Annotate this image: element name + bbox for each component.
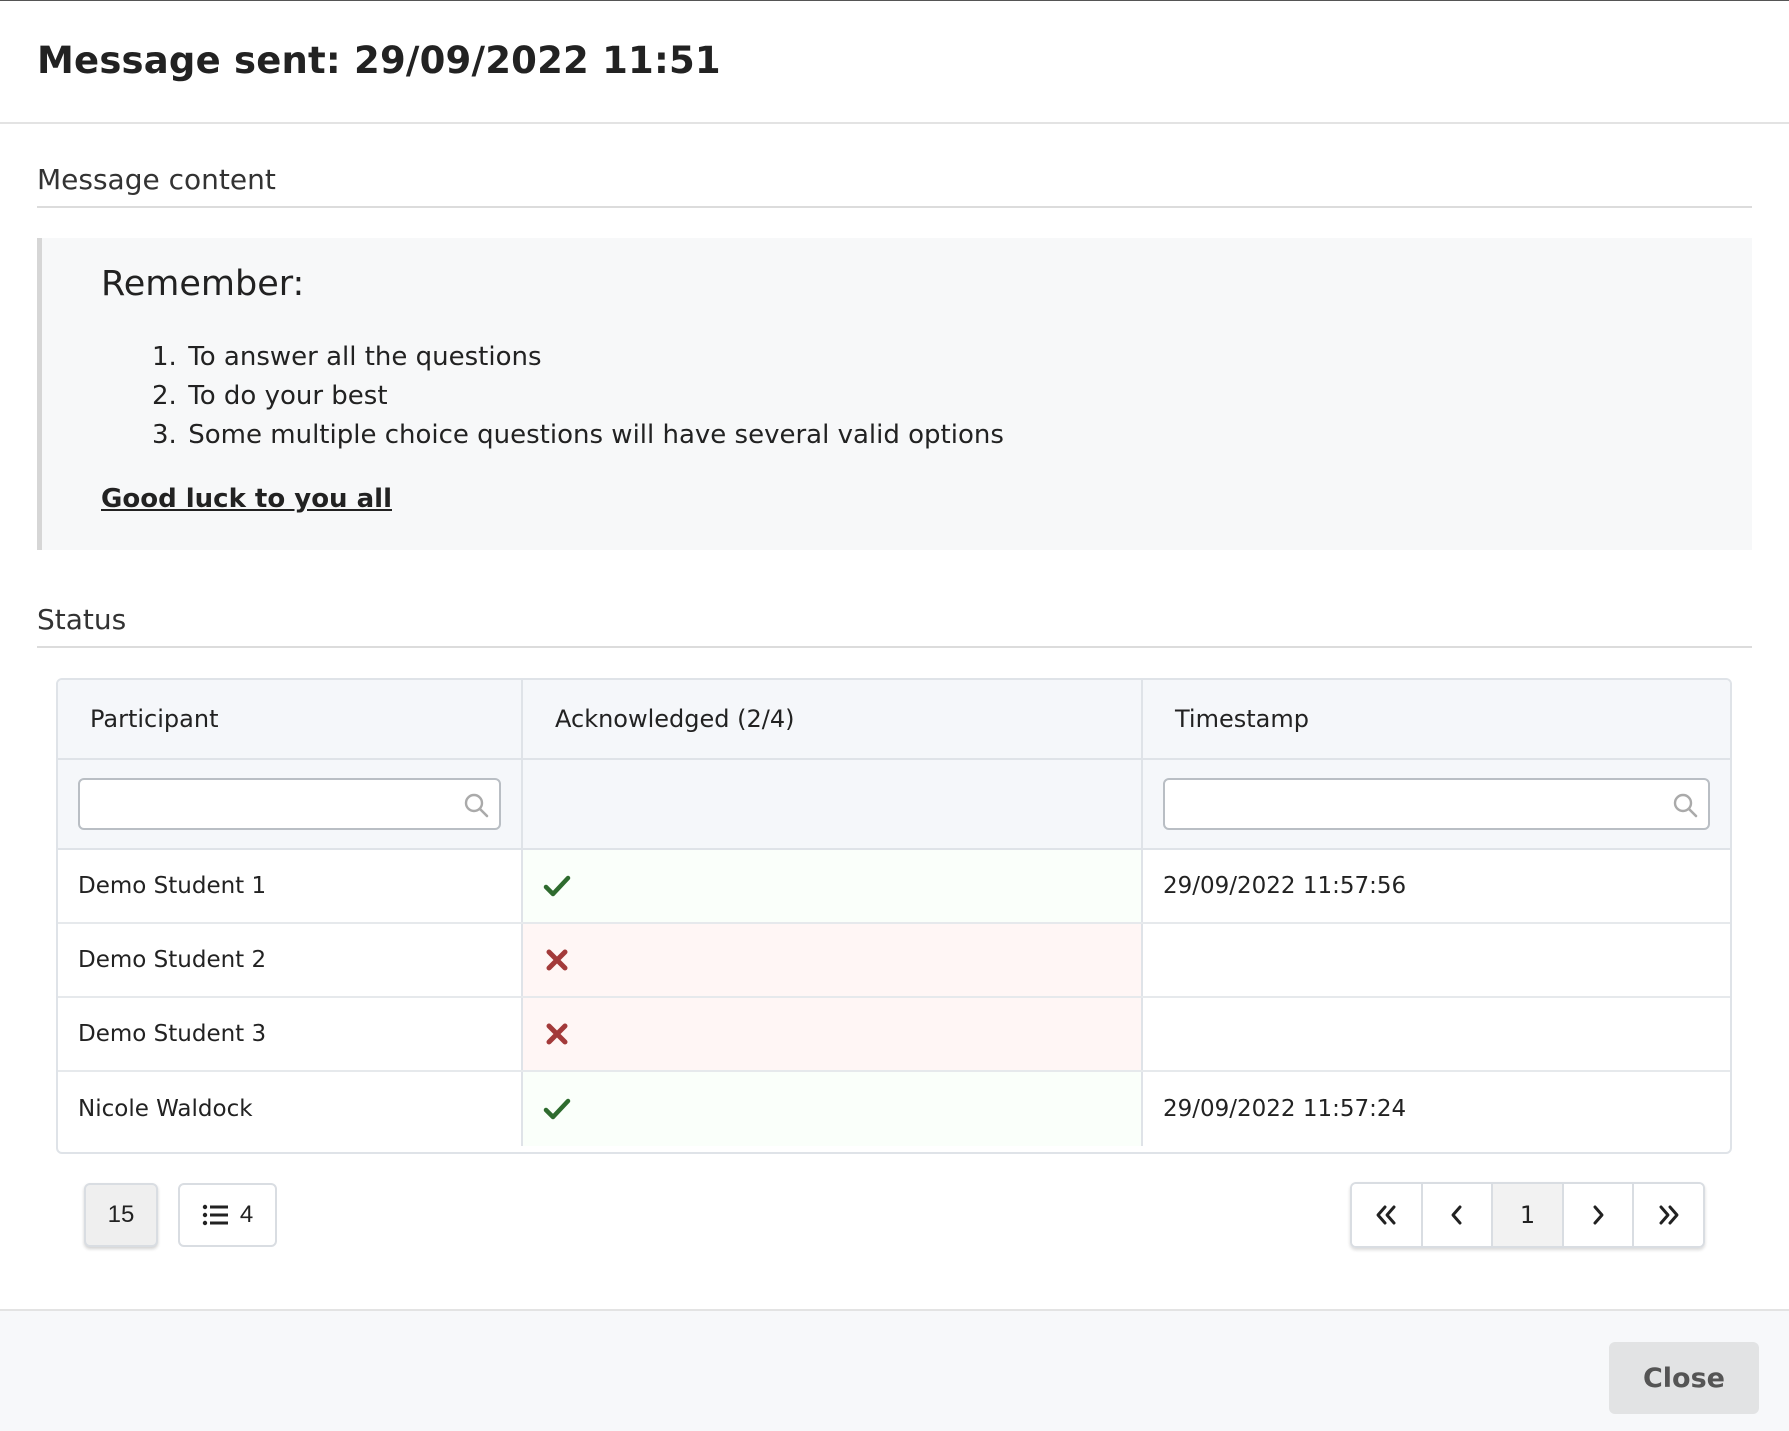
participant-filter-cell [58, 760, 523, 848]
message-detail-dialog: Message sent: 29/09/2022 11:51 Message c… [0, 0, 1789, 1431]
participant-cell: Demo Student 3 [58, 998, 523, 1070]
check-icon [543, 875, 571, 897]
table-header-row: Participant Acknowledged (2/4) Timestamp [58, 680, 1730, 760]
table-filter-row [58, 760, 1730, 850]
participant-cell: Demo Student 1 [58, 850, 523, 922]
timestamp-filter[interactable] [1163, 778, 1710, 830]
message-list: 1. To answer all the questions 2. To do … [152, 338, 1004, 455]
search-icon [464, 793, 489, 818]
message-heading: Remember: [101, 264, 305, 304]
current-page-button[interactable]: 1 [1493, 1184, 1564, 1246]
acknowledged-cell [523, 850, 1143, 922]
status-table: Participant Acknowledged (2/4) Timestamp… [56, 678, 1732, 1154]
message-content-heading: Message content [37, 163, 1752, 208]
dialog-footer: Close [0, 1309, 1789, 1431]
acknowledged-cell [523, 924, 1143, 996]
close-button[interactable]: Close [1609, 1342, 1759, 1414]
message-body: Remember: 1. To answer all the questions… [37, 238, 1752, 550]
dialog-header: Message sent: 29/09/2022 11:51 [0, 1, 1789, 124]
acknowledged-cell [523, 998, 1143, 1070]
timestamp-filter-input[interactable] [1165, 780, 1708, 828]
table-row[interactable]: Demo Student 3 [58, 998, 1730, 1072]
table-row[interactable]: Demo Student 1 29/09/2022 11:57:56 [58, 850, 1730, 924]
participant-filter-input[interactable] [80, 780, 499, 828]
table-row[interactable]: Demo Student 2 [58, 924, 1730, 998]
list-item-number: 2. [152, 381, 177, 411]
timestamp-filter-cell [1143, 760, 1730, 848]
list-item-text: Some multiple choice questions will have… [188, 420, 1004, 450]
participant-filter[interactable] [78, 778, 501, 830]
row-count-value: 4 [239, 1201, 254, 1228]
first-page-button[interactable] [1352, 1184, 1423, 1246]
row-count-button[interactable]: 4 [178, 1183, 277, 1247]
message-signoff: Good luck to you all [101, 484, 392, 514]
list-item: 1. To answer all the questions [152, 338, 1004, 377]
participant-cell: Nicole Waldock [58, 1072, 523, 1146]
column-header-timestamp[interactable]: Timestamp [1143, 680, 1730, 758]
acknowledged-cell [523, 1072, 1143, 1146]
double-chevron-right-icon [1659, 1205, 1679, 1225]
acknowledged-filter-cell [523, 760, 1143, 848]
column-header-participant[interactable]: Participant [58, 680, 523, 758]
list-item-text: To answer all the questions [188, 342, 542, 372]
pagination-controls: 1 [1350, 1182, 1705, 1248]
list-item: 2. To do your best [152, 377, 1004, 416]
timestamp-cell [1143, 924, 1730, 996]
timestamp-cell: 29/09/2022 11:57:56 [1163, 873, 1407, 899]
timestamp-cell [1143, 998, 1730, 1070]
cross-icon [546, 949, 568, 971]
search-icon [1673, 793, 1698, 818]
cross-icon [546, 1023, 568, 1045]
list-item-number: 3. [152, 420, 177, 450]
column-header-acknowledged[interactable]: Acknowledged (2/4) [523, 680, 1143, 758]
chevron-left-icon [1451, 1205, 1462, 1225]
last-page-button[interactable] [1634, 1184, 1703, 1246]
next-page-button[interactable] [1563, 1184, 1635, 1246]
timestamp-cell: 29/09/2022 11:57:24 [1163, 1096, 1407, 1122]
dialog-title: Message sent: 29/09/2022 11:51 [37, 39, 721, 82]
page-size-button[interactable]: 15 [84, 1183, 158, 1247]
status-heading: Status [37, 603, 1752, 648]
list-icon [202, 1204, 228, 1226]
check-icon [543, 1098, 571, 1120]
table-row[interactable]: Nicole Waldock 29/09/2022 11:57:24 [58, 1072, 1730, 1146]
list-item: 3. Some multiple choice questions will h… [152, 416, 1004, 455]
chevron-right-icon [1593, 1205, 1604, 1225]
participant-cell: Demo Student 2 [58, 924, 523, 996]
list-item-text: To do your best [188, 381, 388, 411]
list-item-number: 1. [152, 342, 177, 372]
prev-page-button[interactable] [1422, 1184, 1494, 1246]
double-chevron-left-icon [1376, 1205, 1396, 1225]
